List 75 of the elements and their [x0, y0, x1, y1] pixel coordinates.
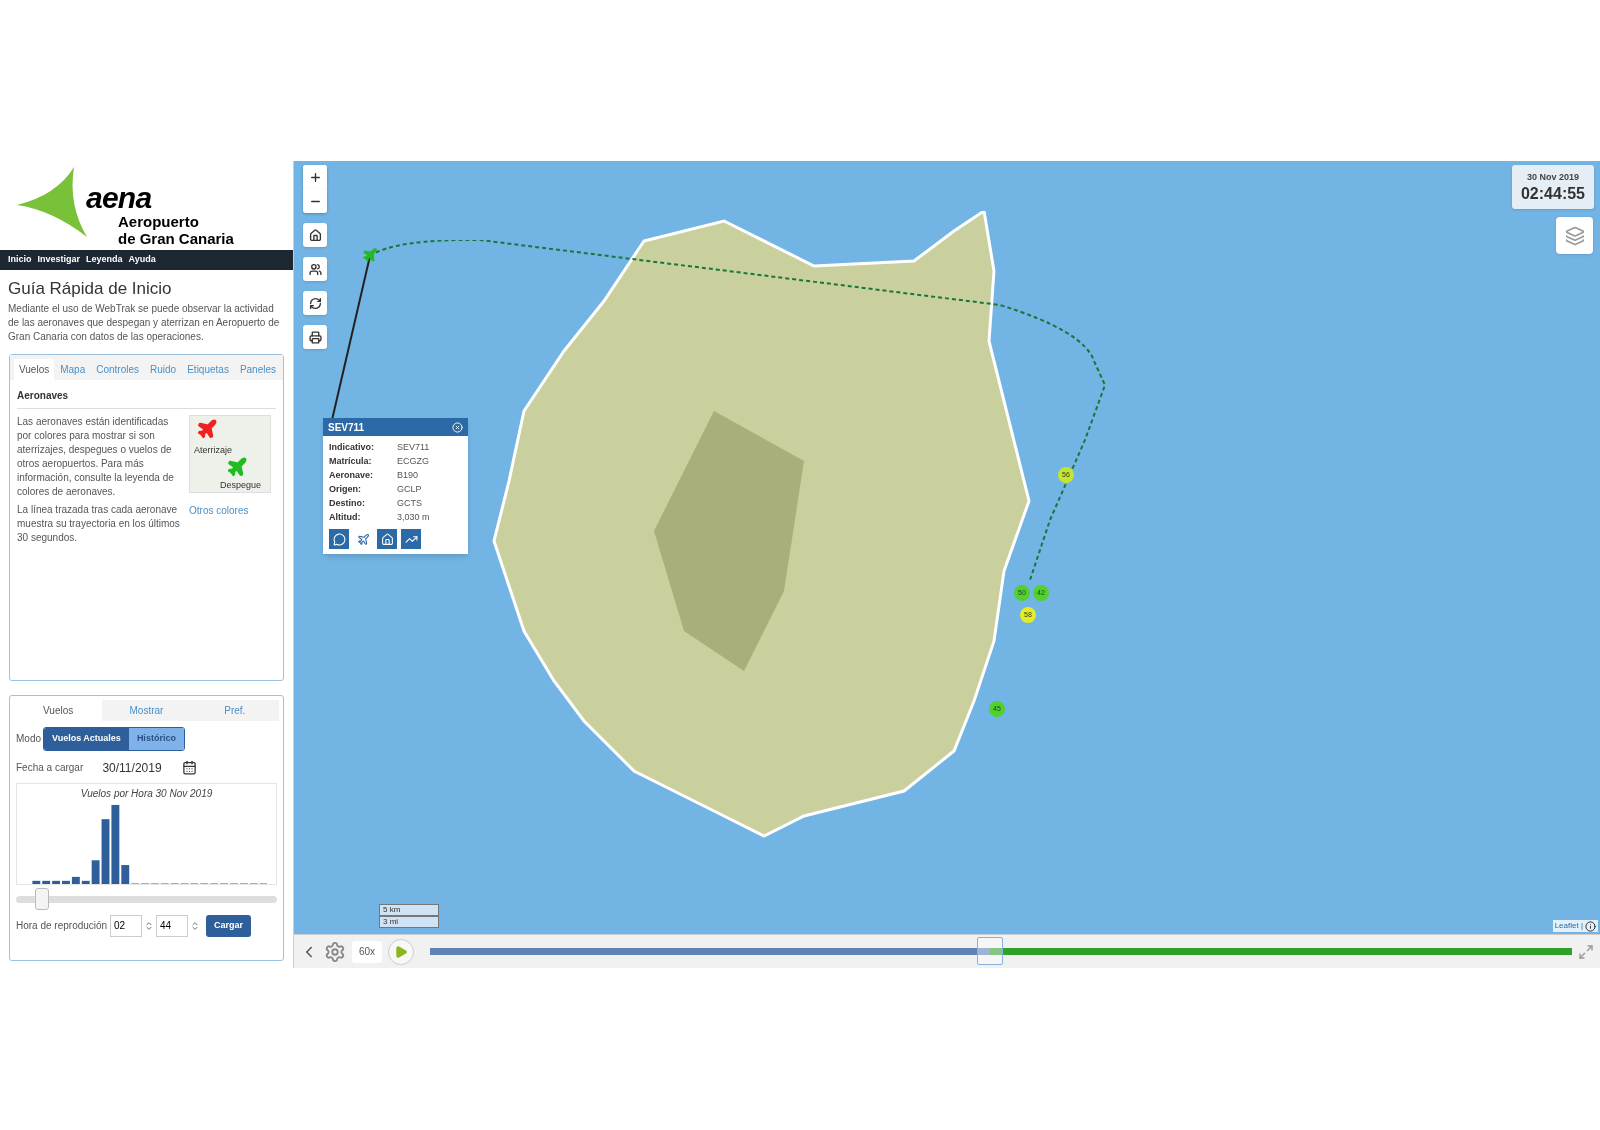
info-tab[interactable]: Vuelos: [14, 359, 55, 380]
group-icon: [308, 262, 322, 276]
playback-time-label: Hora de reprodución: [16, 919, 108, 933]
layers-button[interactable]: [1556, 217, 1593, 254]
field-value: GCLP: [397, 483, 422, 496]
mode-label: Modo: [16, 732, 41, 747]
speed-button[interactable]: 60x: [352, 940, 382, 963]
nav-link[interactable]: Leyenda: [86, 253, 123, 267]
plane-icon: [196, 418, 218, 440]
home-icon: [308, 228, 322, 242]
plane-icon: [356, 532, 370, 546]
mode-toggle[interactable]: Vuelos Actuales: [44, 728, 129, 750]
spinner-icon[interactable]: [190, 920, 200, 931]
zoom-in-icon: [308, 170, 322, 184]
load-button[interactable]: Cargar: [206, 914, 251, 937]
close-icon[interactable]: [452, 421, 463, 433]
field-label: Aeronave:: [329, 469, 374, 482]
group-button[interactable]: [303, 257, 327, 281]
plane-icon: [226, 456, 248, 478]
field-value: B190: [397, 469, 419, 482]
timeline-thumb[interactable]: [976, 937, 1003, 965]
scale-bar: 5 km: [379, 904, 439, 916]
spinner-icon[interactable]: [144, 920, 154, 931]
layers-icon: [1564, 225, 1585, 246]
field-label: Origen:: [329, 483, 362, 496]
panel-tab[interactable]: Vuelos: [14, 700, 103, 721]
date-label: Fecha a cargar: [16, 761, 84, 775]
field-label: Destino:: [329, 497, 366, 510]
nav-link[interactable]: Investigar: [37, 253, 81, 267]
print-icon: [308, 330, 322, 344]
home-button[interactable]: [303, 223, 327, 247]
print-button[interactable]: [303, 325, 327, 349]
chart-title: Vuelos por Hora 30 Nov 2019: [80, 786, 213, 801]
field-value: 3,030 m: [397, 511, 430, 524]
mode-toggle[interactable]: Histórico: [128, 728, 184, 750]
chart-button[interactable]: [401, 529, 421, 549]
settings-icon[interactable]: [324, 940, 346, 963]
field-value: GCTS: [397, 497, 422, 510]
popup-title: SEV711: [328, 420, 365, 435]
field-value: ECGZG: [397, 455, 429, 468]
field-label: Matrícula:: [329, 455, 373, 468]
nav-link[interactable]: Ayuda: [128, 253, 156, 267]
section-heading: Aeronaves: [17, 388, 276, 409]
aircraft-icon[interactable]: [362, 247, 378, 263]
aircraft-description: Las aeronaves están identificadas por colores para mostrar si son aterrizajes, despegues o vuelos de otros aeropuertos. Para más información, consulte la leyenda de colores de aeronaves.: [17, 415, 175, 499]
clock-time: 02:44:55: [1520, 184, 1585, 203]
guide-description: Mediante el uso de WebTrak se puede observar la actividad de las aeronaves que despegan y aterrizan en Aeropuerto de Gran Canaria con datos de las operaciones.: [8, 302, 281, 344]
takeoff-label: Despegue: [220, 479, 262, 492]
landing-label: Aterrizaje: [194, 444, 232, 457]
field-label: Altitud:: [329, 511, 362, 524]
expand-icon[interactable]: [1578, 943, 1594, 960]
hour-field[interactable]: 02: [110, 914, 142, 937]
other-colors-link[interactable]: Otros colores: [189, 503, 249, 545]
minute-field[interactable]: 44: [156, 914, 188, 937]
field-value: SEV711: [397, 441, 430, 454]
refresh-icon: [308, 296, 322, 310]
hour-slider-thumb[interactable]: [35, 888, 50, 910]
home-button[interactable]: [377, 529, 397, 549]
info-icon[interactable]: [1585, 920, 1596, 932]
zoom-in-button[interactable]: [303, 165, 327, 189]
comment-button[interactable]: [329, 529, 349, 549]
trail-description: La línea trazada tras cada aeronave muestra su trayectoria en los últimos 30 segundos.: [17, 503, 181, 545]
airport-name: Aeropuerto: [118, 213, 200, 230]
scale-bar: 3 mi: [379, 916, 439, 928]
refresh-button[interactable]: [303, 291, 327, 315]
field-label: Indicativo:: [329, 441, 375, 454]
nav-link[interactable]: Inicio: [8, 253, 32, 267]
guide-title: Guía Rápida de Inicio: [8, 278, 173, 300]
clock-date: 30 Nov 2019: [1526, 171, 1579, 185]
logo-wordmark: aena: [86, 183, 153, 213]
airport-name: de Gran Canaria: [118, 230, 234, 247]
house-icon: [380, 532, 394, 546]
calendar-icon[interactable]: [182, 760, 197, 775]
play-icon: [394, 944, 408, 959]
speech-bubble-icon: [332, 532, 346, 546]
